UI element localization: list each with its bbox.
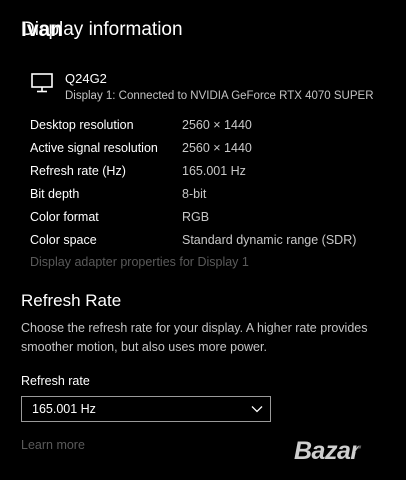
info-value: 8-bit — [182, 186, 207, 201]
monitor-connection: Display 1: Connected to NVIDIA GeForce R… — [65, 90, 374, 102]
info-value: Standard dynamic range (SDR) — [182, 232, 357, 247]
monitor-summary: Q24G2 Display 1: Connected to NVIDIA GeF… — [31, 71, 374, 105]
overlay-name-text: Ivan — [21, 18, 64, 41]
info-label: Active signal resolution — [30, 140, 158, 155]
display-info-table: Desktop resolution 2560 × 1440 Active si… — [30, 113, 356, 251]
info-row-color-format: Color format RGB — [30, 205, 356, 228]
info-row-color-space: Color space Standard dynamic range (SDR) — [30, 228, 356, 251]
refresh-rate-section-title: Refresh Rate — [21, 291, 122, 310]
info-value: RGB — [182, 209, 210, 224]
refresh-rate-selected-value: 165.001 Hz — [32, 402, 96, 416]
info-value: 2560 × 1440 — [182, 117, 252, 132]
refresh-rate-dropdown[interactable]: 165.001 Hz — [21, 396, 271, 422]
monitor-icon — [31, 71, 53, 98]
info-label: Refresh rate (Hz) — [30, 163, 126, 178]
info-row-active-signal-resolution: Active signal resolution 2560 × 1440 — [30, 136, 356, 159]
watermark-lightning-icon — [355, 438, 369, 462]
info-label: Color space — [30, 232, 97, 247]
info-row-desktop-resolution: Desktop resolution 2560 × 1440 — [30, 113, 356, 136]
display-adapter-properties-link[interactable]: Display adapter properties for Display 1 — [30, 254, 249, 270]
info-label: Bit depth — [30, 186, 80, 201]
info-value: 165.001 Hz — [182, 163, 246, 178]
info-row-refresh-rate: Refresh rate (Hz) 165.001 Hz — [30, 159, 356, 182]
refresh-rate-dropdown-label: Refresh rate — [21, 374, 90, 388]
info-label: Desktop resolution — [30, 117, 134, 132]
info-row-bit-depth: Bit depth 8-bit — [30, 182, 356, 205]
learn-more-link[interactable]: Learn more — [21, 437, 85, 453]
watermark-text: Bazar — [294, 437, 360, 465]
monitor-name: Q24G2 — [65, 71, 107, 86]
info-value: 2560 × 1440 — [182, 140, 252, 155]
bazar-watermark-logo: Bazar — [294, 436, 398, 468]
info-label: Color format — [30, 209, 99, 224]
refresh-rate-description: Choose the refresh rate for your display… — [21, 321, 368, 354]
